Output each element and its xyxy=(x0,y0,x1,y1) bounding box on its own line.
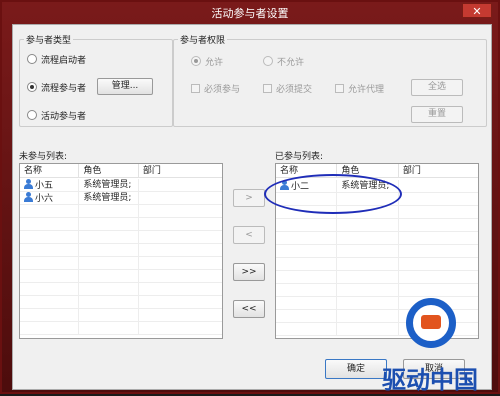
close-button[interactable]: ✕ xyxy=(462,3,492,18)
checkbox-icon xyxy=(335,83,344,93)
radio-process-starter[interactable]: 流程启动者 xyxy=(27,52,86,66)
permissions-legend: 参与者权限 xyxy=(180,36,226,46)
participant-dept xyxy=(139,192,222,205)
empty-row xyxy=(276,271,478,284)
column-header-dept[interactable]: 部门 xyxy=(399,164,478,177)
empty-row xyxy=(276,232,478,245)
q-logo-icon xyxy=(406,298,456,348)
window-title: 活动参与者设置 xyxy=(211,7,289,20)
manage-button[interactable]: 管理... xyxy=(97,78,153,95)
add-button[interactable]: > xyxy=(233,189,265,207)
watermark-logo: 驱动中国 xyxy=(382,298,500,396)
checkbox-icon xyxy=(191,83,200,93)
user-icon xyxy=(24,192,33,202)
radio-icon xyxy=(191,56,201,66)
participant-name: 小六 xyxy=(35,194,54,204)
radio-allow[interactable]: 允许 xyxy=(191,54,223,68)
empty-row xyxy=(20,218,222,231)
check-label: 允许代理 xyxy=(348,84,385,95)
not-participating-list[interactable]: 名称 角色 部门 小五 系统管理员; 小六 系统管理员; xyxy=(19,163,223,339)
select-all-button[interactable]: 全选 xyxy=(411,79,463,96)
list-item[interactable]: 小五 系统管理员; xyxy=(20,179,222,192)
radio-deny[interactable]: 不允许 xyxy=(263,54,304,68)
radio-icon xyxy=(263,56,273,66)
column-header-name[interactable]: 名称 xyxy=(20,164,80,177)
check-must-submit[interactable]: 必须提交 xyxy=(263,81,312,95)
radio-activity-participant[interactable]: 活动参与者 xyxy=(27,108,86,122)
empty-row xyxy=(276,245,478,258)
empty-row xyxy=(20,270,222,283)
participant-dept xyxy=(139,179,222,192)
checkbox-icon xyxy=(263,83,272,93)
list-header: 名称 角色 部门 xyxy=(20,164,222,178)
participant-role: 系统管理员; xyxy=(79,192,139,205)
check-label: 必须参与 xyxy=(204,84,241,95)
empty-row xyxy=(20,283,222,296)
empty-row xyxy=(20,309,222,322)
watermark-text: 驱动中国 xyxy=(382,366,478,394)
participant-name: 小五 xyxy=(35,181,54,191)
check-allow-delegate[interactable]: 允许代理 xyxy=(335,81,384,95)
participant-type-legend: 参与者类型 xyxy=(26,36,72,46)
empty-row xyxy=(20,205,222,218)
radio-label: 允许 xyxy=(205,57,224,68)
empty-row xyxy=(276,258,478,271)
user-icon xyxy=(24,179,33,189)
check-label: 必须提交 xyxy=(276,84,313,95)
radio-label: 流程启动者 xyxy=(41,55,87,66)
radio-label: 流程参与者 xyxy=(41,83,87,94)
reset-button[interactable]: 重置 xyxy=(411,106,463,123)
empty-row xyxy=(20,296,222,309)
add-all-button[interactable]: >> xyxy=(233,263,265,281)
column-header-dept[interactable]: 部门 xyxy=(139,164,222,177)
remove-button[interactable]: < xyxy=(233,226,265,244)
window-frame: 活动参与者设置 ✕ 参与者类型 流程启动者 流程参与者 管理... 活动参与者 … xyxy=(0,0,500,394)
empty-row xyxy=(20,231,222,244)
column-header-role[interactable]: 角色 xyxy=(79,164,139,177)
empty-row xyxy=(20,244,222,257)
radio-icon xyxy=(27,82,37,92)
empty-row xyxy=(20,322,222,335)
not-participating-label: 未参与列表: xyxy=(19,152,68,162)
radio-icon xyxy=(27,54,37,64)
radio-label: 活动参与者 xyxy=(41,111,87,122)
remove-all-button[interactable]: << xyxy=(233,300,265,318)
empty-row xyxy=(276,284,478,297)
empty-row xyxy=(276,219,478,232)
ok-button[interactable]: 确定 xyxy=(325,359,387,379)
check-must-participate[interactable]: 必须参与 xyxy=(191,81,240,95)
participant-role: 系统管理员; xyxy=(79,179,139,192)
participating-label: 已参与列表: xyxy=(275,152,324,162)
radio-icon xyxy=(27,110,37,120)
annotation-highlight-ellipse xyxy=(264,174,402,214)
empty-row xyxy=(20,257,222,270)
radio-label: 不允许 xyxy=(277,57,305,68)
participant-dept xyxy=(399,180,478,193)
list-item[interactable]: 小六 系统管理员; xyxy=(20,192,222,205)
radio-process-participant[interactable]: 流程参与者 xyxy=(27,80,86,94)
